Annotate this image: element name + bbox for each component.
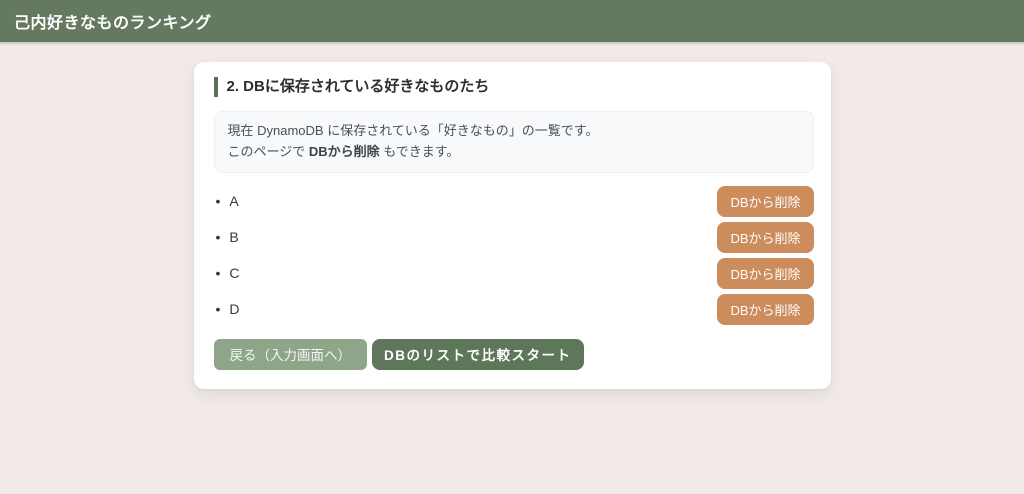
info-line-1: 現在 DynamoDB に保存されている「好きなもの」の一覧です。 <box>228 121 800 142</box>
item-label: A <box>229 193 238 209</box>
bullet-icon: • <box>216 193 221 209</box>
favorites-list: • A DBから削除 • B DBから削除 • C DBから削除 <box>214 186 814 325</box>
item-label: B <box>229 229 238 245</box>
info-line-2-bold: DBから削除 <box>309 144 380 159</box>
info-line-2: このページで DBから削除 もできます。 <box>228 142 800 163</box>
item-label-wrap: • D <box>214 301 240 317</box>
card-heading: 2. DBに保存されている好きなものたち <box>214 77 814 97</box>
footer-actions: 戻る（入力画面へ） DBのリストで比較スタート <box>214 339 814 370</box>
item-label: C <box>229 265 239 281</box>
delete-from-db-button[interactable]: DBから削除 <box>717 294 813 325</box>
app-title: 己内好きなものランキング <box>14 9 212 33</box>
info-line-2-suffix: もできます。 <box>380 144 460 159</box>
start-compare-button[interactable]: DBのリストで比較スタート <box>372 339 584 370</box>
app-header: 己内好きなものランキング <box>0 0 1024 42</box>
info-box: 現在 DynamoDB に保存されている「好きなもの」の一覧です。 このページで… <box>214 111 814 173</box>
delete-from-db-button[interactable]: DBから削除 <box>717 186 813 217</box>
delete-from-db-button[interactable]: DBから削除 <box>717 222 813 253</box>
item-label-wrap: • A <box>214 193 239 209</box>
info-line-2-prefix: このページで <box>228 144 309 159</box>
item-label-wrap: • B <box>214 229 239 245</box>
delete-from-db-button[interactable]: DBから削除 <box>717 258 813 289</box>
item-label: D <box>229 301 239 317</box>
db-list-card: 2. DBに保存されている好きなものたち 現在 DynamoDB に保存されてい… <box>194 62 831 389</box>
list-item: • C DBから削除 <box>214 258 814 289</box>
back-to-input-button[interactable]: 戻る（入力画面へ） <box>214 339 368 370</box>
bullet-icon: • <box>216 301 221 317</box>
item-label-wrap: • C <box>214 265 240 281</box>
bullet-icon: • <box>216 229 221 245</box>
list-item: • D DBから削除 <box>214 294 814 325</box>
list-item: • B DBから削除 <box>214 222 814 253</box>
list-item: • A DBから削除 <box>214 186 814 217</box>
bullet-icon: • <box>216 265 221 281</box>
main-content: 2. DBに保存されている好きなものたち 現在 DynamoDB に保存されてい… <box>0 62 1024 389</box>
